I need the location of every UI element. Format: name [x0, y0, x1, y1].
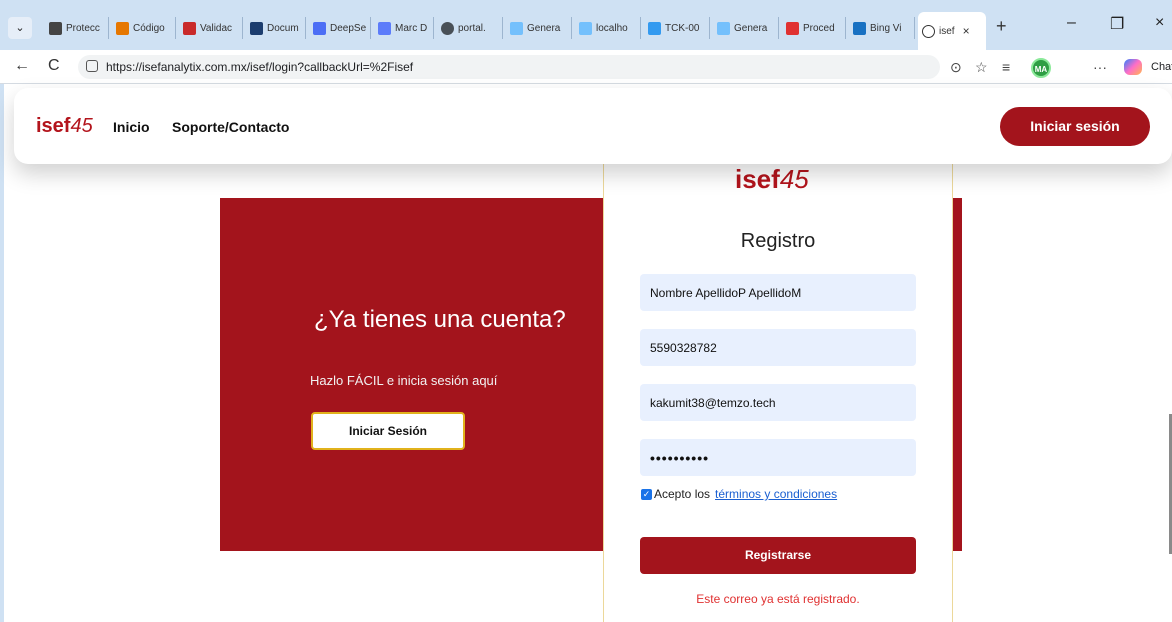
nav-link-soporte[interactable]: Soporte/Contacto [172, 119, 289, 135]
favorites-list-icon[interactable]: ≡ [1002, 59, 1010, 75]
terms-link[interactable]: términos y condiciones [715, 487, 837, 501]
logo-number: 45 [70, 115, 93, 137]
tab-favicon-icon [853, 21, 866, 35]
globe-icon [922, 24, 935, 38]
form-logo-number: 45 [779, 164, 809, 194]
tab-label: Código [133, 22, 165, 34]
tab-label: Docum [267, 22, 299, 34]
form-logo: isef45 [735, 164, 809, 195]
tab-label: Marc D [395, 22, 428, 34]
close-window-icon[interactable]: × [1155, 14, 1164, 32]
tab-favicon-icon [510, 21, 523, 35]
tab-favicon-icon [116, 21, 129, 35]
tab-favicon-icon [717, 21, 730, 35]
more-options-icon[interactable]: ··· [1093, 59, 1107, 75]
tab-label: Bing Vi [870, 22, 902, 34]
new-tab-icon[interactable]: + [996, 16, 1007, 37]
copilot-icon[interactable] [1124, 59, 1142, 75]
tab-favicon-icon [441, 21, 454, 35]
tab-favicon-icon [579, 21, 592, 35]
browser-tab[interactable]: portal. [437, 17, 503, 39]
form-logo-text: isef [735, 164, 780, 194]
header-login-button[interactable]: Iniciar sesión [1000, 107, 1150, 146]
password-field[interactable] [640, 439, 916, 476]
page-content: isef45 Inicio Soporte/Contacto Iniciar s… [0, 84, 1172, 622]
tab-label: Genera [734, 22, 768, 34]
terms-row: ✓ Acepto los términos y condiciones [641, 487, 837, 501]
browser-tab[interactable]: Genera [713, 17, 779, 39]
favorite-star-icon[interactable]: ☆ [975, 59, 988, 76]
reader-icon[interactable]: ⊙ [950, 59, 962, 76]
register-button[interactable]: Registrarse [640, 537, 916, 574]
browser-tab-strip: ⌄ Protecc Código Validac Docum DeepSe Ma… [0, 0, 1172, 50]
browser-tab[interactable]: localho [575, 17, 641, 39]
panel-login-button[interactable]: Iniciar Sesión [311, 412, 465, 450]
browser-tab[interactable]: DeepSe [309, 17, 371, 39]
tab-label: Protecc [66, 22, 100, 34]
minimize-icon[interactable]: – [1067, 14, 1076, 32]
restore-icon[interactable]: ❐ [1110, 14, 1124, 34]
browser-toolbar: ← C https://isefanalytix.com.mx/isef/log… [0, 50, 1172, 84]
site-logo[interactable]: isef45 [36, 115, 93, 138]
tab-label: Genera [527, 22, 561, 34]
tab-favicon-icon [313, 21, 326, 35]
profile-avatar[interactable]: MA [1031, 58, 1051, 78]
form-title: Registro [740, 230, 816, 252]
browser-tab[interactable]: Bing Vi [849, 17, 915, 39]
browser-tab[interactable]: Docum [246, 17, 306, 39]
browser-tab[interactable]: Validac [179, 17, 243, 39]
address-bar[interactable]: https://isefanalytix.com.mx/isef/login?c… [78, 55, 940, 79]
browser-tab[interactable]: Marc D [374, 17, 434, 39]
copilot-label[interactable]: Chat [1151, 61, 1172, 73]
login-prompt-subtitle: Hazlo FÁCIL e inicia sesión aquí [310, 373, 498, 388]
tab-label: Proced [803, 22, 835, 34]
browser-tab[interactable]: TCK-00 [644, 17, 710, 39]
reload-icon[interactable]: C [48, 57, 60, 75]
tab-favicon-icon [183, 21, 196, 35]
tab-label: TCK-00 [665, 22, 700, 34]
back-arrow-icon[interactable]: ← [14, 57, 30, 75]
browser-tab[interactable]: Genera [506, 17, 572, 39]
login-prompt-title: ¿Ya tienes una cuenta? [314, 306, 566, 333]
tab-favicon-icon [786, 21, 799, 35]
nav-link-inicio[interactable]: Inicio [113, 119, 150, 135]
tab-label: DeepSe [330, 22, 367, 34]
tab-favicon-icon [648, 21, 661, 35]
tab-favicon-icon [378, 21, 391, 35]
url-text[interactable]: https://isefanalytix.com.mx/isef/login?c… [106, 60, 413, 74]
error-message: Este correo ya está registrado. [696, 592, 860, 606]
logo-text: isef [36, 115, 71, 137]
tab-label: portal. [458, 22, 486, 34]
browser-tab[interactable]: Protecc [45, 17, 109, 39]
tab-label: Validac [200, 22, 233, 34]
terms-text: Acepto los [654, 487, 711, 501]
site-info-icon[interactable] [86, 60, 98, 72]
tab-favicon-icon [49, 21, 62, 35]
browser-tab[interactable]: Proced [782, 17, 846, 39]
browser-tab-active[interactable]: isef × [918, 12, 986, 50]
site-header: isef45 Inicio Soporte/Contacto Iniciar s… [14, 88, 1172, 164]
terms-checkbox[interactable]: ✓ [641, 488, 652, 500]
registration-card: isef45 Registro ✓ Acepto los términos y … [603, 136, 953, 622]
tab-label: localho [596, 22, 628, 34]
tab-favicon-icon [250, 21, 263, 35]
phone-field[interactable] [640, 329, 916, 366]
tab-close-icon[interactable]: × [963, 24, 970, 38]
email-field[interactable] [640, 384, 916, 421]
browser-tab[interactable]: Código [112, 17, 176, 39]
tab-label: isef [939, 25, 955, 37]
name-field[interactable] [640, 274, 916, 311]
tab-list-chevron-icon[interactable]: ⌄ [8, 17, 32, 39]
